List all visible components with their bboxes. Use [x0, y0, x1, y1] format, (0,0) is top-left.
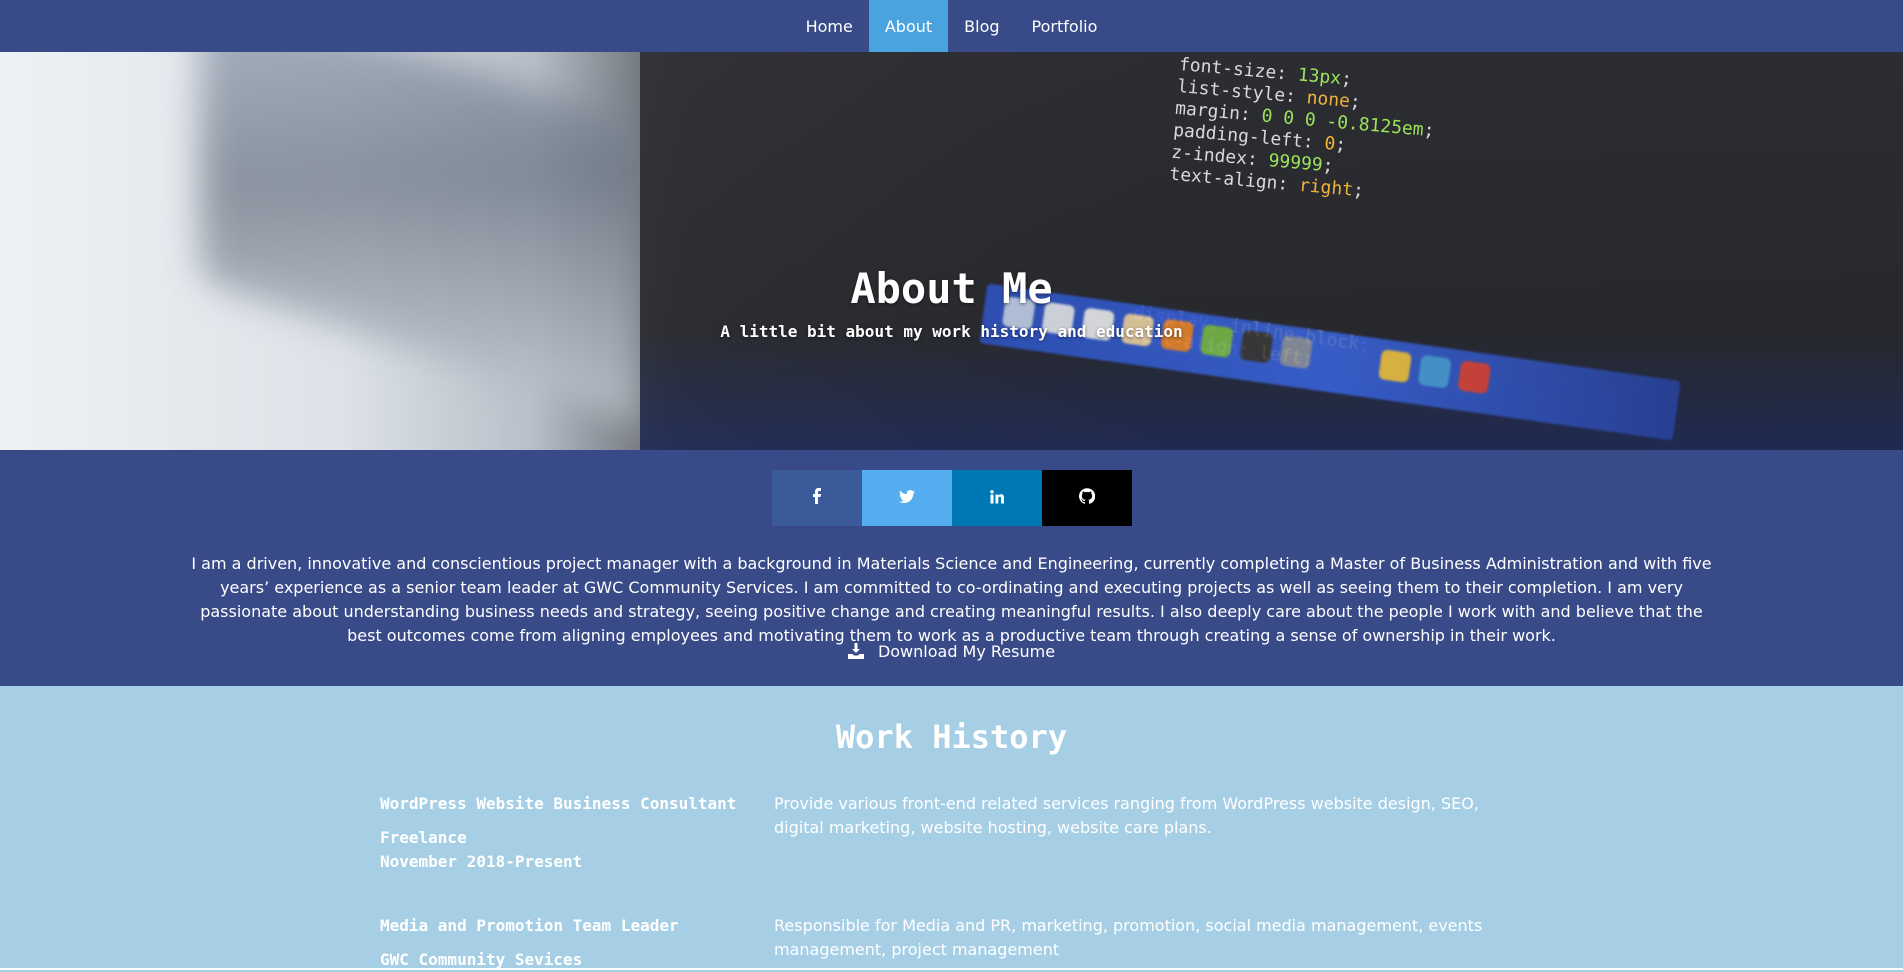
job-role: Media and Promotion Team Leader [380, 916, 679, 935]
hero-background-laptop [200, 52, 640, 424]
page-title: About Me [850, 264, 1053, 313]
facebook-icon [811, 488, 823, 508]
work-history-section: Work History WordPress Website Business … [0, 686, 1903, 970]
hero-background-code: font-size: 13px; list-style: none; margi… [1168, 54, 1436, 202]
page-subtitle: A little bit about my work history and e… [720, 322, 1183, 341]
twitter-icon [899, 489, 915, 508]
job-description: Responsible for Media and PR, marketing,… [774, 916, 1483, 959]
nav-item-portfolio[interactable]: Portfolio [1016, 0, 1114, 52]
download-resume-link[interactable]: Download My Resume [0, 642, 1903, 661]
github-button[interactable] [1042, 470, 1132, 526]
job-description: Provide various front-end related servic… [774, 794, 1479, 837]
about-section: I am a driven, innovative and conscienti… [0, 450, 1903, 686]
work-history-title: Work History [835, 718, 1068, 756]
job-period: November 2018-Present [380, 852, 583, 871]
hero-banner: font-size: 13px; list-style: none; margi… [0, 52, 1903, 450]
facebook-button[interactable] [772, 470, 862, 526]
nav-item-home[interactable]: Home [790, 0, 869, 52]
job-details: WordPress Website Business Consultant Fr… [380, 792, 770, 874]
github-icon [1078, 488, 1096, 508]
twitter-button[interactable] [862, 470, 952, 526]
nav-item-about[interactable]: About [868, 0, 949, 52]
job-details: Media and Promotion Team Leader GWC Comm… [380, 914, 770, 972]
download-icon [847, 643, 864, 659]
linkedin-button[interactable] [952, 470, 1042, 526]
bio-text: I am a driven, innovative and conscienti… [191, 554, 1712, 645]
top-navigation: Home About Blog Portfolio [0, 0, 1903, 52]
download-resume-label: Download My Resume [877, 642, 1056, 661]
nav-item-blog[interactable]: Blog [948, 0, 1015, 52]
linkedin-icon [990, 489, 1004, 508]
social-links [772, 470, 1132, 526]
job-role: WordPress Website Business Consultant [380, 794, 737, 813]
job-company: Freelance [380, 828, 467, 847]
